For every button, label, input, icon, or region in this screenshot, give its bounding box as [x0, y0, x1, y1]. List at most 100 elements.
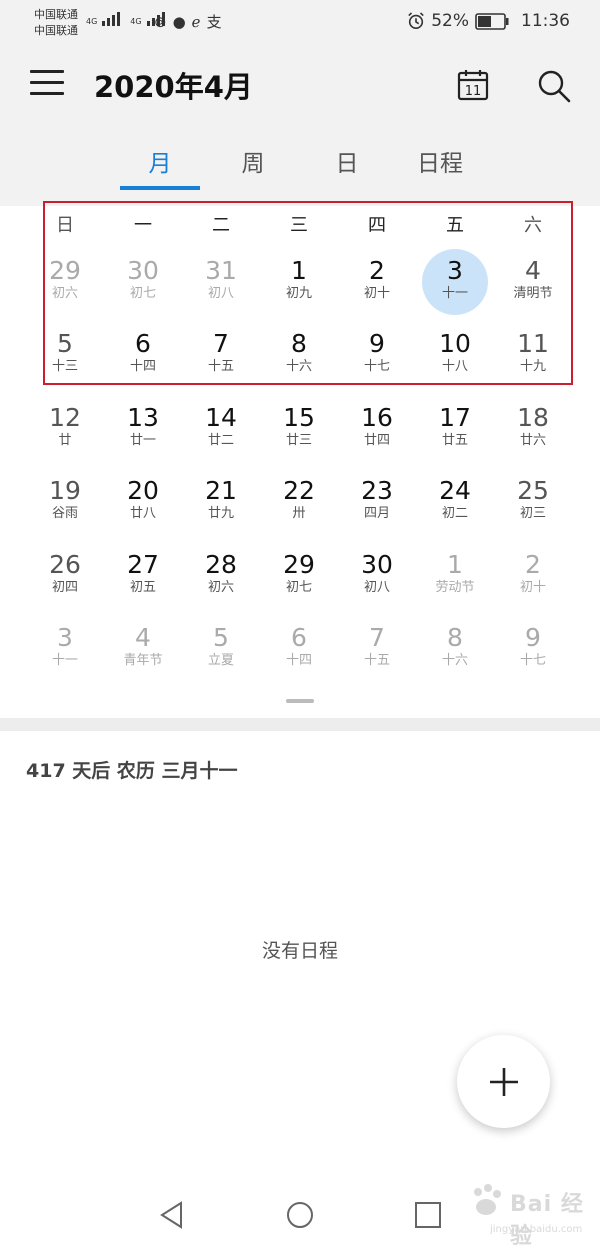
lunar-date: 廿五 [441, 432, 468, 448]
lunar-date: 初十 [519, 579, 546, 595]
lunar-date: 十八 [441, 359, 468, 375]
calendar-grid: 29 初六 30 初七 31 初八 1 初九 2 初十 3 十一 4 清明节 5 十三 6 十四 7 十五 8 十六 9 十七… [26, 246, 572, 686]
day-cell[interactable]: 1 劳动节 [416, 540, 494, 613]
menu-icon[interactable] [30, 70, 64, 98]
day-cell[interactable]: 6 十四 [104, 319, 182, 392]
day-cell[interactable]: 4 清明节 [494, 246, 572, 319]
recent-apps-icon[interactable] [413, 1200, 443, 1230]
lunar-date: 廿二 [207, 432, 234, 448]
back-icon[interactable] [157, 1200, 187, 1230]
day-cell[interactable]: 2 初十 [338, 246, 416, 319]
drag-handle[interactable] [286, 699, 314, 703]
lunar-date: 十一 [51, 652, 78, 668]
today-calendar-icon[interactable]: 11 [456, 68, 490, 102]
day-cell[interactable]: 1 初九 [260, 246, 338, 319]
day-number: 29 [283, 549, 315, 579]
day-number: 5 [213, 622, 229, 652]
lunar-date: 十六 [441, 652, 468, 668]
day-cell[interactable]: 27 初五 [104, 540, 182, 613]
carrier-2: 中国联通 [34, 24, 78, 37]
day-cell[interactable]: 24 初二 [416, 466, 494, 539]
lunar-date: 十五 [363, 652, 390, 668]
status-bar: 中国联通 中国联通 4G 4G ⊚ ● ℯ 支 52% 11:36 [0, 0, 600, 46]
system-nav-bar [0, 1186, 600, 1246]
day-number: 6 [291, 622, 307, 652]
day-cell[interactable]: 25 初三 [494, 466, 572, 539]
day-cell[interactable]: 23 四月 [338, 466, 416, 539]
day-number: 2 [525, 549, 541, 579]
lunar-date: 十一 [441, 286, 468, 301]
tab-day[interactable]: 日 [307, 144, 387, 188]
day-cell[interactable]: 7 十五 [182, 319, 260, 392]
lunar-date: 初八 [363, 579, 390, 595]
lunar-date: 初六 [207, 579, 234, 595]
day-cell[interactable]: 21 廿九 [182, 466, 260, 539]
day-number: 3 [57, 622, 73, 652]
day-number: 7 [213, 329, 229, 359]
day-number: 3 [447, 256, 463, 285]
alarm-icon [408, 12, 424, 30]
tab-month[interactable]: 月 [120, 144, 200, 188]
day-cell[interactable]: 30 初七 [104, 246, 182, 319]
tab-week[interactable]: 周 [213, 144, 293, 188]
search-icon[interactable] [536, 68, 572, 104]
day-cell[interactable]: 11 十九 [494, 319, 572, 392]
day-cell[interactable]: 9 十七 [338, 319, 416, 392]
day-cell[interactable]: 4 青年节 [104, 613, 182, 686]
day-number: 6 [135, 329, 151, 359]
day-cell[interactable]: 8 十六 [416, 613, 494, 686]
day-cell[interactable]: 18 廿六 [494, 393, 572, 466]
day-cell[interactable]: 9 十七 [494, 613, 572, 686]
lunar-date: 谷雨 [51, 506, 78, 522]
day-cell[interactable]: 16 廿四 [338, 393, 416, 466]
lunar-date: 初十 [363, 286, 390, 301]
day-cell[interactable]: 15 廿三 [260, 393, 338, 466]
day-cell[interactable]: 2 初十 [494, 540, 572, 613]
weekday-label: 二 [212, 215, 230, 236]
week-row: 5 十三 6 十四 7 十五 8 十六 9 十七 10 十八 11 十九 [26, 319, 572, 392]
day-number: 20 [127, 476, 159, 506]
section-divider [0, 718, 600, 731]
day-number: 4 [135, 622, 151, 652]
day-cell[interactable]: 3 十一 [26, 613, 104, 686]
day-number: 12 [49, 402, 81, 432]
notification-icons: ⊚ ● ℯ 支 [154, 12, 222, 32]
day-cell[interactable]: 28 初六 [182, 540, 260, 613]
day-cell[interactable]: 8 十六 [260, 319, 338, 392]
day-cell[interactable]: 22 卅 [260, 466, 338, 539]
day-number: 9 [525, 622, 541, 652]
tab-agenda[interactable]: 日程 [400, 144, 480, 188]
day-cell[interactable]: 10 十八 [416, 319, 494, 392]
day-cell[interactable]: 19 谷雨 [26, 466, 104, 539]
lunar-date: 初八 [207, 286, 234, 301]
day-cell[interactable]: 5 十三 [26, 319, 104, 392]
day-cell[interactable]: 29 初六 [26, 246, 104, 319]
day-cell[interactable]: 6 十四 [260, 613, 338, 686]
status-time: 11:36 [521, 11, 570, 31]
lunar-date: 初二 [441, 506, 468, 522]
add-event-button[interactable] [457, 1035, 550, 1128]
signal-indicators: 4G 4G [86, 10, 165, 26]
carrier-1: 中国联通 [34, 8, 78, 21]
home-icon[interactable] [285, 1200, 315, 1230]
lunar-date: 十三 [51, 359, 78, 375]
day-cell[interactable]: 20 廿八 [104, 466, 182, 539]
day-cell[interactable]: 13 廿一 [104, 393, 182, 466]
day-number: 10 [439, 329, 471, 359]
day-number: 23 [361, 476, 393, 506]
lunar-date: 初四 [51, 579, 78, 595]
day-cell[interactable]: 29 初七 [260, 540, 338, 613]
day-cell[interactable]: 7 十五 [338, 613, 416, 686]
day-number: 25 [517, 476, 549, 506]
day-cell[interactable]: 30 初八 [338, 540, 416, 613]
day-cell[interactable]: 12 廿 [26, 393, 104, 466]
day-cell[interactable]: 31 初八 [182, 246, 260, 319]
lunar-date: 廿三 [285, 432, 312, 448]
day-number: 14 [205, 402, 237, 432]
day-cell[interactable]: 26 初四 [26, 540, 104, 613]
day-cell[interactable]: 17 廿五 [416, 393, 494, 466]
day-cell-today[interactable]: 3 十一 [416, 246, 494, 319]
lunar-date: 廿九 [207, 506, 234, 522]
day-cell[interactable]: 5 立夏 [182, 613, 260, 686]
day-cell[interactable]: 14 廿二 [182, 393, 260, 466]
